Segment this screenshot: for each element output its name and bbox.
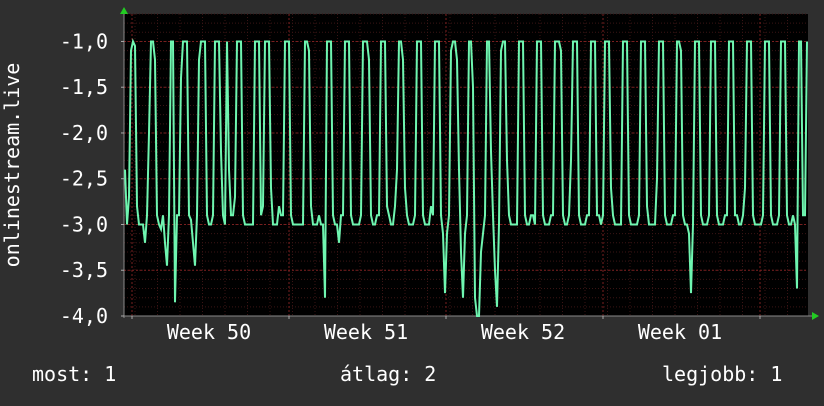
y-axis-arrow-icon (120, 7, 128, 14)
y-axis-label: onlinestream.live (0, 63, 24, 268)
x-tick-label: Week 01 (638, 320, 722, 344)
x-tick-label: Week 50 (167, 320, 251, 344)
y-tick-label: -3,0 (60, 212, 108, 236)
y-tick-label: -2,0 (60, 121, 108, 145)
chart: -1,0 -1,5 -2,0 -2,5 -3,0 -3,5 -4,0 Week 50 Week … (0, 0, 824, 402)
y-tick-label: -4,0 (60, 304, 108, 328)
current-value: most: 1 (32, 362, 117, 386)
x-tick-label: Week 51 (324, 320, 408, 344)
chart-svg: -1,0 -1,5 -2,0 -2,5 -3,0 -3,5 -4,0 Week 50 Week … (0, 7, 819, 344)
y-tick-label: -1,0 (60, 29, 108, 53)
x-axis-arrow-icon (812, 312, 819, 320)
y-tick-label: -3,5 (60, 258, 108, 282)
y-tick-label: -1,5 (60, 75, 108, 99)
x-tick-label: Week 52 (481, 320, 565, 344)
y-tick-label: -2,5 (60, 167, 108, 191)
best-value: legjobb: 1 (662, 362, 783, 386)
average-value: átlag: 2 (340, 362, 437, 386)
